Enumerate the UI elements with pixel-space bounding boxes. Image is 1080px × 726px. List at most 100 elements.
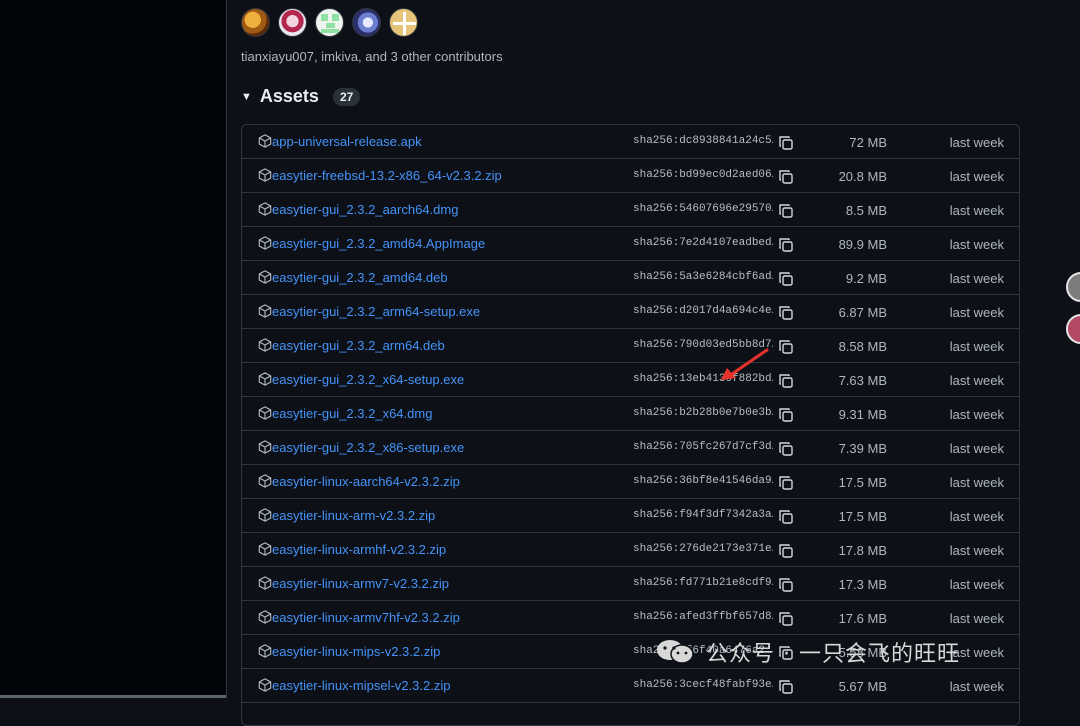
asset-download-link[interactable]: easytier-gui_2.3.2_x64.dmg — [272, 406, 432, 421]
asset-row: easytier-linux-armhf-v2.3.2.zip sha256:27… — [242, 533, 1019, 567]
asset-download-link[interactable]: easytier-linux-arm-v2.3.2.zip — [272, 508, 435, 523]
asset-row: app-universal-release.apk sha256:dc893884… — [242, 125, 1019, 159]
asset-row: easytier-linux-aarch64-v2.3.2.zip sha256:… — [242, 465, 1019, 499]
asset-download-link[interactable]: easytier-linux-armhf-v2.3.2.zip — [272, 542, 446, 557]
asset-row: easytier-gui_2.3.2_arm64-setup.exe sha256… — [242, 295, 1019, 329]
asset-download-link[interactable]: easytier-gui_2.3.2_aarch64.dmg — [272, 202, 458, 217]
asset-download-link[interactable]: easytier-linux-armv7-v2.3.2.zip — [272, 576, 449, 591]
copy-icon[interactable] — [778, 203, 794, 219]
contributor-avatar[interactable] — [241, 8, 270, 37]
triangle-down-icon[interactable]: ▼ — [241, 91, 252, 103]
asset-row: easytier-gui_2.3.2_amd64.deb sha256:5a3e6… — [242, 261, 1019, 295]
asset-size: 72 MB — [849, 135, 887, 150]
asset-download-link[interactable]: easytier-gui_2.3.2_x86-setup.exe — [272, 440, 464, 455]
package-icon — [258, 304, 272, 318]
asset-download-link[interactable]: easytier-linux-armv7hf-v2.3.2.zip — [272, 610, 460, 625]
package-icon — [258, 474, 272, 488]
asset-row: easytier-gui_2.3.2_arm64.deb sha256:790d0… — [242, 329, 1019, 363]
copy-icon[interactable] — [778, 339, 794, 355]
contributors-text: tianxiayu007, imkiva, and 3 other contri… — [241, 49, 503, 64]
asset-updated: last week — [949, 543, 1004, 558]
asset-size: 7.63 MB — [838, 373, 887, 388]
asset-size: 17.5 MB — [838, 509, 887, 524]
contributor-avatar[interactable] — [352, 8, 381, 37]
asset-sha256: sha256:276de2173e371e… — [633, 543, 773, 555]
red-arrow-annotation — [721, 348, 769, 380]
asset-row: easytier-gui_2.3.2_x64-setup.exe sha256:1… — [242, 363, 1019, 397]
asset-size: 8.5 MB — [845, 203, 887, 218]
asset-download-link[interactable]: easytier-gui_2.3.2_amd64.AppImage — [272, 236, 485, 251]
contributor-avatar[interactable] — [389, 8, 418, 37]
assets-header[interactable]: ▼ Assets 27 — [241, 86, 361, 107]
asset-download-link[interactable]: easytier-linux-mips-v2.3.2.zip — [272, 644, 440, 659]
asset-download-link[interactable]: easytier-gui_2.3.2_x64-setup.exe — [272, 372, 464, 387]
asset-download-link[interactable]: easytier-linux-mipsel-v2.3.2.zip — [272, 678, 450, 693]
asset-sha256: sha256:3cecf48fabf93e… — [633, 679, 773, 691]
package-icon — [258, 406, 272, 420]
copy-icon[interactable] — [778, 305, 794, 321]
copy-icon[interactable] — [778, 373, 794, 389]
asset-updated: last week — [949, 373, 1004, 388]
asset-row: easytier-gui_2.3.2_x86-setup.exe sha256:7… — [242, 431, 1019, 465]
copy-icon[interactable] — [778, 679, 794, 695]
asset-row: easytier-gui_2.3.2_amd64.AppImage sha256:… — [242, 227, 1019, 261]
copy-icon[interactable] — [778, 169, 794, 185]
asset-download-link[interactable]: app-universal-release.apk — [272, 134, 422, 149]
asset-sha256: sha256:f94f3df7342a3a… — [633, 509, 773, 521]
asset-row: easytier-linux-armv7hf-v2.3.2.zip sha256:… — [242, 601, 1019, 635]
copy-icon[interactable] — [778, 407, 794, 423]
asset-updated: last week — [949, 135, 1004, 150]
package-icon — [258, 508, 272, 522]
asset-updated: last week — [949, 339, 1004, 354]
asset-download-link[interactable]: easytier-freebsd-13.2-x86_64-v2.3.2.zip — [272, 168, 502, 183]
package-icon — [258, 542, 272, 556]
copy-icon[interactable] — [778, 135, 794, 151]
asset-row: easytier-linux-armv7-v2.3.2.zip sha256:fd… — [242, 567, 1019, 601]
asset-row: easytier-gui_2.3.2_aarch64.dmg sha256:546… — [242, 193, 1019, 227]
floating-avatar[interactable] — [1066, 314, 1080, 344]
wechat-icon — [657, 640, 694, 664]
asset-updated: last week — [949, 305, 1004, 320]
asset-size: 17.6 MB — [838, 611, 887, 626]
assets-title: Assets — [259, 86, 319, 106]
copy-icon[interactable] — [778, 271, 794, 287]
asset-sha256: sha256:d2017d4a694c4e… — [633, 305, 773, 317]
asset-row: easytier-linux-arm-v2.3.2.zip sha256:f94f… — [242, 499, 1019, 533]
asset-sha256: sha256:fd771b21e8cdf9… — [633, 577, 773, 589]
copy-icon[interactable] — [778, 543, 794, 559]
copy-icon[interactable] — [778, 475, 794, 491]
asset-sha256: sha256:bd99ec0d2aed06… — [633, 169, 773, 181]
asset-row: easytier-gui_2.3.2_x64.dmg sha256:b2b28b0… — [242, 397, 1019, 431]
asset-sha256: sha256:705fc267d7cf3d… — [633, 441, 773, 453]
floating-avatar[interactable] — [1066, 272, 1080, 302]
copy-icon[interactable] — [778, 237, 794, 253]
contributor-avatars — [241, 8, 418, 37]
asset-download-link[interactable]: easytier-linux-aarch64-v2.3.2.zip — [272, 474, 460, 489]
asset-sha256: sha256:36bf8e41546da9… — [633, 475, 773, 487]
asset-sha256: sha256:dc8938841a24c5… — [633, 135, 773, 147]
asset-updated: last week — [949, 237, 1004, 252]
asset-download-link[interactable]: easytier-gui_2.3.2_arm64-setup.exe — [272, 304, 480, 319]
package-icon — [258, 372, 272, 386]
asset-updated: last week — [949, 577, 1004, 592]
asset-updated: last week — [949, 271, 1004, 286]
asset-size: 17.5 MB — [838, 475, 887, 490]
copy-icon[interactable] — [778, 577, 794, 593]
asset-size: 8.58 MB — [838, 339, 887, 354]
asset-size: 5.67 MB — [838, 679, 887, 694]
asset-size: 7.39 MB — [838, 441, 887, 456]
copy-icon[interactable] — [778, 441, 794, 457]
asset-size: 89.9 MB — [838, 237, 887, 252]
copy-icon[interactable] — [778, 509, 794, 525]
asset-updated: last week — [949, 679, 1004, 694]
asset-download-link[interactable]: easytier-gui_2.3.2_arm64.deb — [272, 338, 445, 353]
contributor-avatar[interactable] — [315, 8, 344, 37]
asset-size: 20.8 MB — [838, 169, 887, 184]
contributor-avatar[interactable] — [278, 8, 307, 37]
left-pane — [0, 0, 227, 698]
asset-download-link[interactable]: easytier-gui_2.3.2_amd64.deb — [272, 270, 448, 285]
asset-row: easytier-freebsd-13.2-x86_64-v2.3.2.zip s… — [242, 159, 1019, 193]
asset-updated: last week — [949, 441, 1004, 456]
package-icon — [258, 134, 272, 148]
copy-icon[interactable] — [778, 611, 794, 627]
